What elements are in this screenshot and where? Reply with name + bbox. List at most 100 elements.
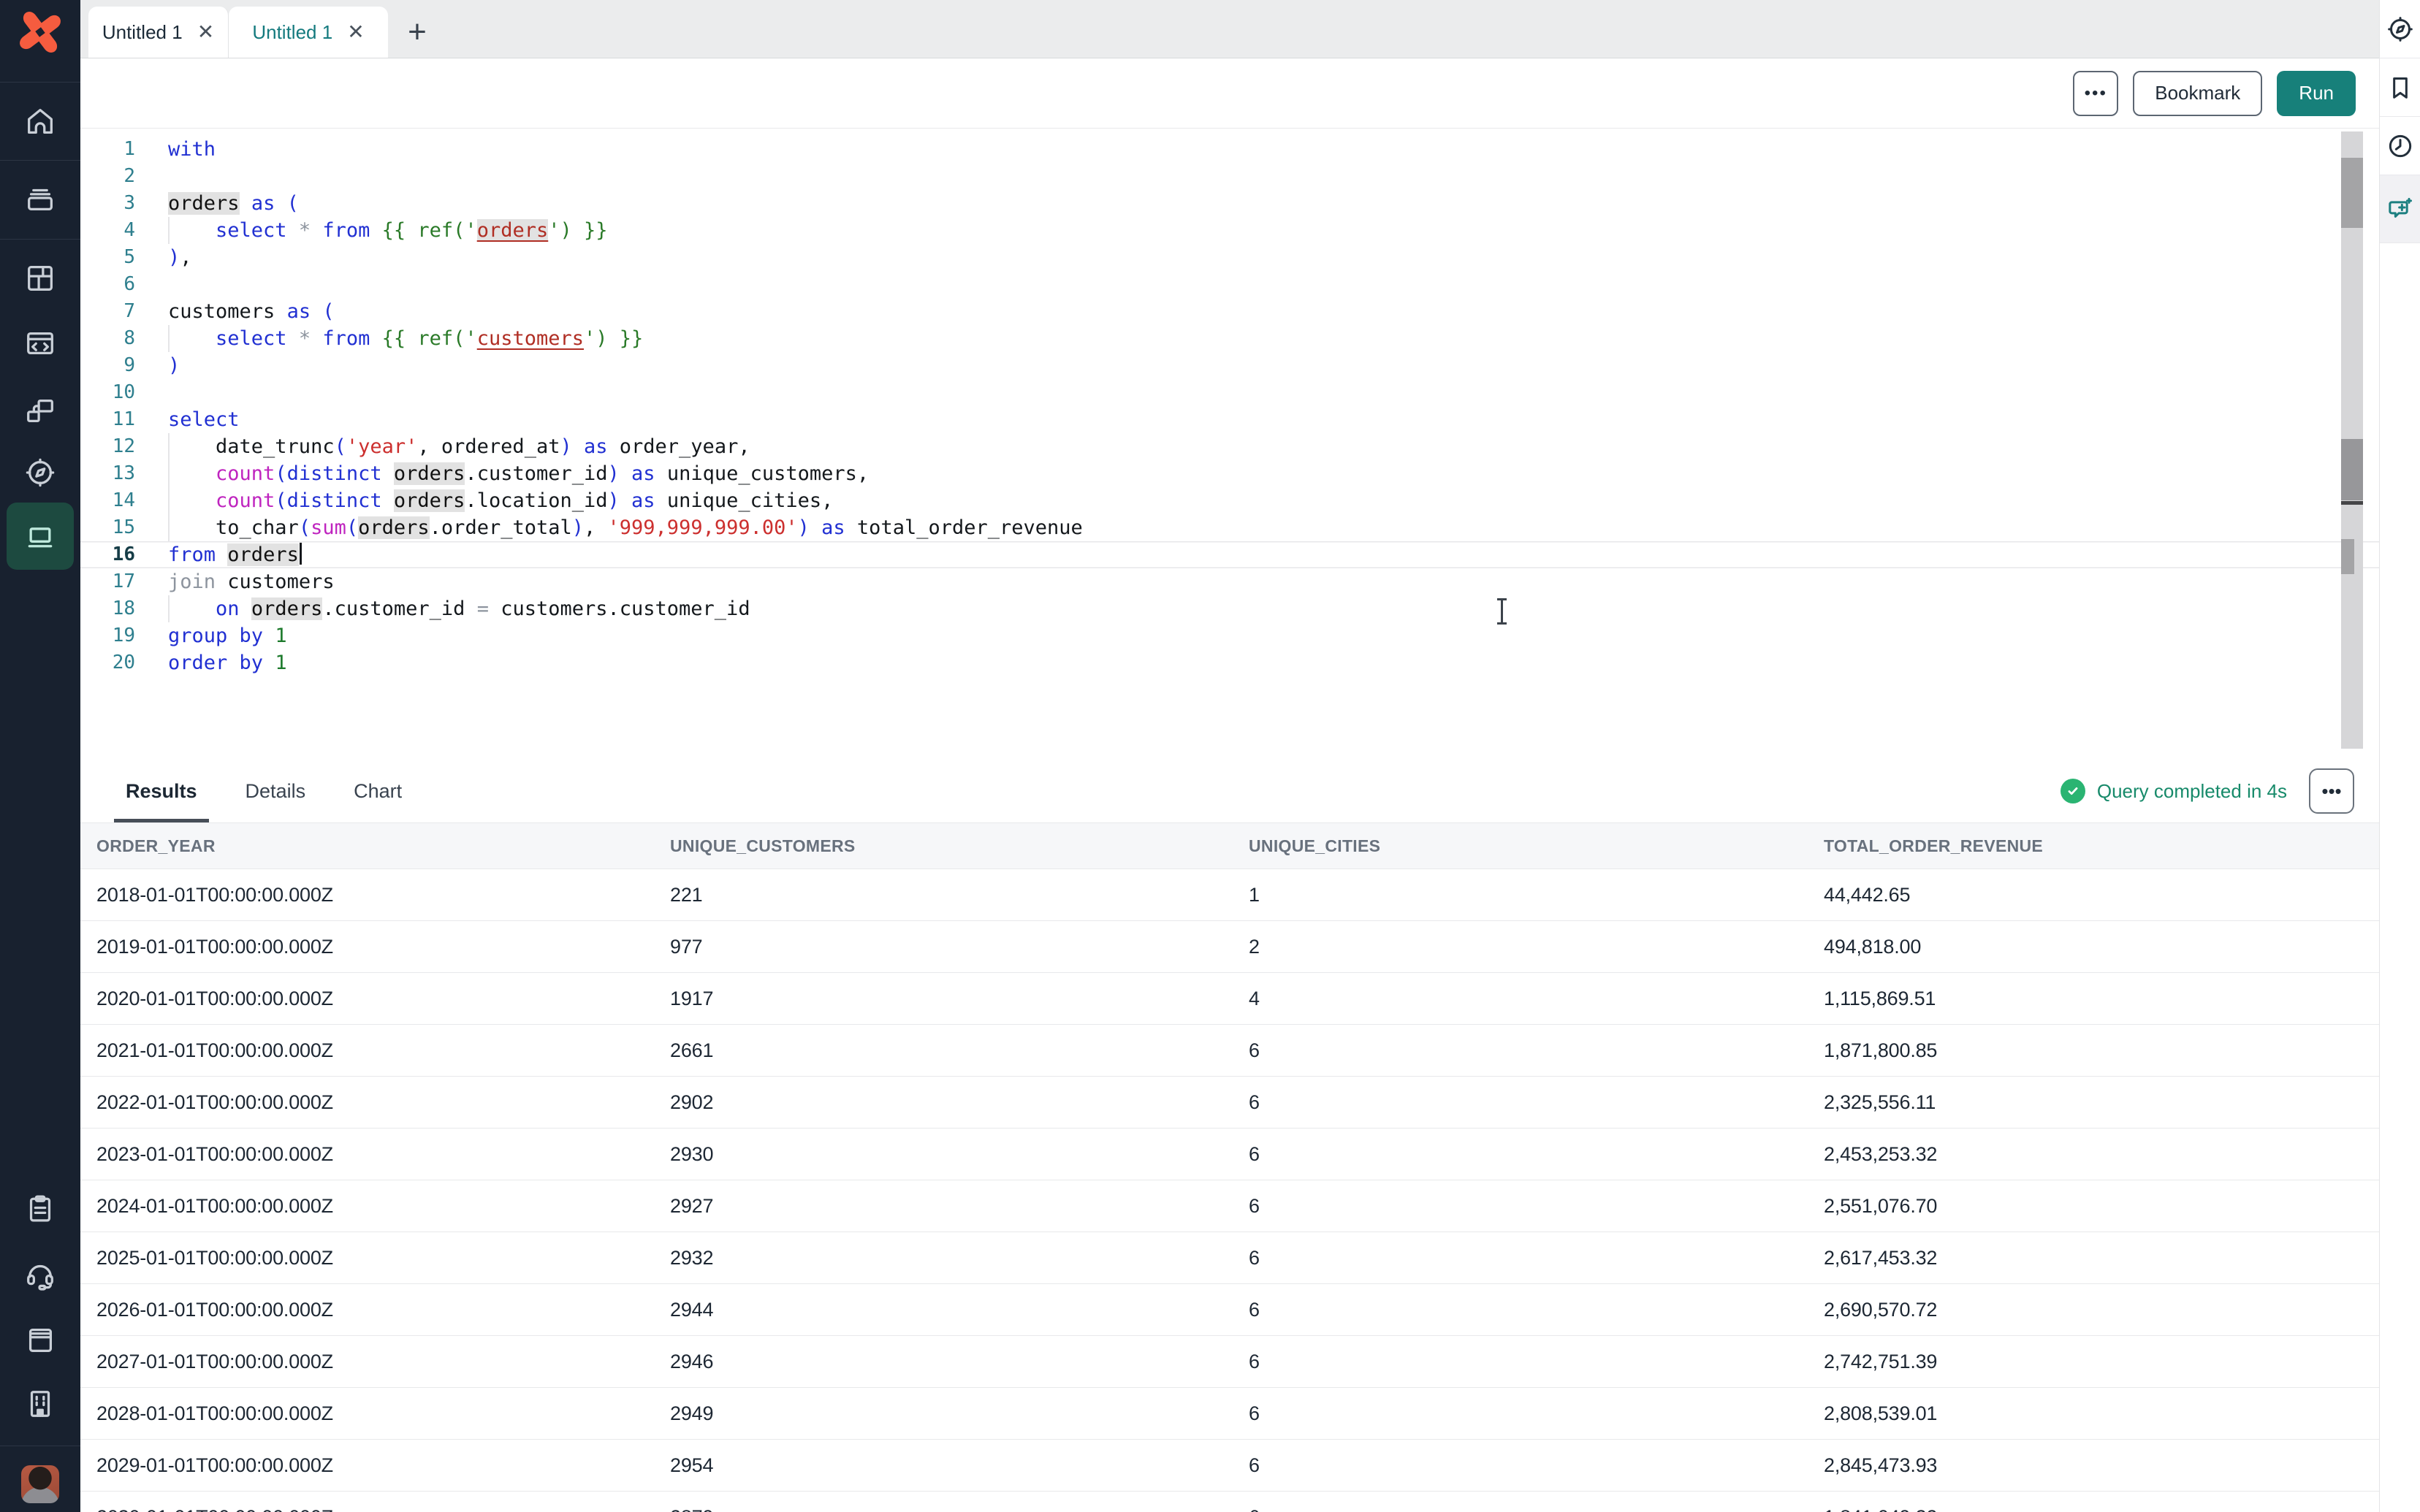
- table-row[interactable]: 2020-01-01T00:00:00.000Z191741,115,869.5…: [80, 973, 2379, 1025]
- table-cell: 2024-01-01T00:00:00.000Z: [96, 1195, 670, 1218]
- table-cell: 2030-01-01T00:00:00.000Z: [96, 1506, 670, 1512]
- compass-icon[interactable]: [2380, 0, 2420, 58]
- table-cell: 2,845,473.93: [1824, 1454, 2379, 1477]
- apps-grid-icon[interactable]: [23, 261, 57, 295]
- table-cell: 2944: [670, 1299, 1249, 1321]
- tab-untitled-1[interactable]: Untitled 1 ✕: [88, 7, 229, 58]
- code-line[interactable]: 19group by 1: [80, 622, 2379, 649]
- code-line[interactable]: 8 select * from {{ ref('customers') }}: [80, 325, 2379, 352]
- table-cell: 2026-01-01T00:00:00.000Z: [96, 1299, 670, 1321]
- code-line[interactable]: 6: [80, 271, 2379, 298]
- table-row[interactable]: 2026-01-01T00:00:00.000Z294462,690,570.7…: [80, 1284, 2379, 1336]
- code-line[interactable]: 13 count(distinct orders.customer_id) as…: [80, 460, 2379, 487]
- line-number: 13: [80, 460, 168, 487]
- hex-logo[interactable]: [14, 6, 66, 62]
- code-line[interactable]: 3orders as (: [80, 190, 2379, 217]
- table-row[interactable]: 2019-01-01T00:00:00.000Z9772494,818.00: [80, 921, 2379, 973]
- line-number: 12: [80, 433, 168, 460]
- home-icon[interactable]: [23, 104, 57, 138]
- code-line[interactable]: 5),: [80, 244, 2379, 271]
- table-body[interactable]: 2018-01-01T00:00:00.000Z221144,442.65201…: [80, 869, 2379, 1512]
- table-row[interactable]: 2023-01-01T00:00:00.000Z293062,453,253.3…: [80, 1129, 2379, 1180]
- table-row[interactable]: 2022-01-01T00:00:00.000Z290262,325,556.1…: [80, 1077, 2379, 1129]
- table-row[interactable]: 2018-01-01T00:00:00.000Z221144,442.65: [80, 869, 2379, 921]
- table-cell: 1917: [670, 988, 1249, 1010]
- table-cell: 977: [670, 936, 1249, 958]
- new-tab-button[interactable]: +: [388, 7, 446, 58]
- table-cell: 6: [1249, 1247, 1824, 1269]
- line-number: 6: [80, 271, 168, 298]
- docs-book-icon[interactable]: [23, 1324, 57, 1357]
- clipboard-icon[interactable]: [23, 1192, 57, 1226]
- code-line[interactable]: 14 count(distinct orders.location_id) as…: [80, 487, 2379, 514]
- table-cell: 2,742,751.39: [1824, 1351, 2379, 1373]
- code-line[interactable]: 7customers as (: [80, 298, 2379, 325]
- user-avatar[interactable]: [21, 1465, 59, 1503]
- projects-tray-icon[interactable]: [23, 182, 57, 215]
- tab-results[interactable]: Results: [126, 760, 197, 822]
- line-content: group by 1: [168, 622, 2379, 649]
- editor-scrollbar[interactable]: [2341, 131, 2363, 749]
- column-header[interactable]: ORDER_YEAR: [96, 836, 670, 856]
- line-content: [168, 379, 2379, 406]
- code-window-icon[interactable]: [23, 327, 57, 360]
- column-header[interactable]: UNIQUE_CITIES: [1249, 836, 1824, 856]
- table-row[interactable]: 2021-01-01T00:00:00.000Z266161,871,800.8…: [80, 1025, 2379, 1077]
- code-line[interactable]: 16from orders: [80, 541, 2379, 568]
- run-button[interactable]: Run: [2277, 71, 2356, 116]
- table-cell: 44,442.65: [1824, 884, 2379, 906]
- sql-editor[interactable]: 1with23orders as (4 select * from {{ ref…: [80, 129, 2379, 760]
- close-icon[interactable]: ✕: [197, 22, 214, 42]
- code-line[interactable]: 12 date_trunc('year', ordered_at) as ord…: [80, 433, 2379, 460]
- table-row[interactable]: 2030-01-01T00:00:00.000Z287961,841,049.3…: [80, 1492, 2379, 1512]
- code-line[interactable]: 11select: [80, 406, 2379, 433]
- column-header[interactable]: UNIQUE_CUSTOMERS: [670, 836, 1249, 856]
- table-cell: 6: [1249, 1402, 1824, 1425]
- code-line[interactable]: 4 select * from {{ ref('orders') }}: [80, 217, 2379, 244]
- building-icon[interactable]: [23, 1387, 57, 1421]
- more-options-button[interactable]: •••: [2073, 71, 2118, 116]
- code-line[interactable]: 20order by 1: [80, 649, 2379, 676]
- table-row[interactable]: 2024-01-01T00:00:00.000Z292762,551,076.7…: [80, 1180, 2379, 1232]
- windows-icon[interactable]: [23, 394, 57, 427]
- table-cell: 2932: [670, 1247, 1249, 1269]
- line-number: 2: [80, 163, 168, 190]
- tab-chart[interactable]: Chart: [354, 760, 402, 822]
- headset-icon[interactable]: [23, 1258, 57, 1291]
- table-cell: 6: [1249, 1143, 1824, 1166]
- tab-label: Untitled 1: [102, 21, 183, 44]
- compass-icon[interactable]: [23, 456, 57, 489]
- table-row[interactable]: 2028-01-01T00:00:00.000Z294962,808,539.0…: [80, 1388, 2379, 1440]
- table-row[interactable]: 2027-01-01T00:00:00.000Z294662,742,751.3…: [80, 1336, 2379, 1388]
- bookmark-button[interactable]: Bookmark: [2133, 71, 2262, 116]
- table-row[interactable]: 2029-01-01T00:00:00.000Z295462,845,473.9…: [80, 1440, 2379, 1492]
- tab-details[interactable]: Details: [246, 760, 306, 822]
- column-header[interactable]: TOTAL_ORDER_REVENUE: [1824, 836, 2379, 856]
- line-number: 10: [80, 379, 168, 406]
- table-cell: 6: [1249, 1506, 1824, 1512]
- table-cell: 2,808,539.01: [1824, 1402, 2379, 1425]
- code-line[interactable]: 1with: [80, 136, 2379, 163]
- code-line[interactable]: 10: [80, 379, 2379, 406]
- ai-assistant-icon[interactable]: [2380, 175, 2420, 243]
- table-cell: 1,115,869.51: [1824, 988, 2379, 1010]
- code-line[interactable]: 17join customers: [80, 568, 2379, 595]
- code-lines[interactable]: 1with23orders as (4 select * from {{ ref…: [80, 136, 2379, 676]
- line-number: 17: [80, 568, 168, 595]
- code-line[interactable]: 2: [80, 163, 2379, 190]
- workspace-laptop-icon[interactable]: [7, 503, 74, 570]
- sidebar-divider: [0, 239, 80, 240]
- tab-untitled-1-second[interactable]: Untitled 1 ✕: [229, 7, 388, 58]
- table-row[interactable]: 2025-01-01T00:00:00.000Z293262,617,453.3…: [80, 1232, 2379, 1284]
- results-panel: Results Details Chart Query completed in…: [80, 760, 2379, 1512]
- code-line[interactable]: 15 to_char(sum(orders.order_total), '999…: [80, 514, 2379, 541]
- table-cell: 2946: [670, 1351, 1249, 1373]
- code-line[interactable]: 18 on orders.customer_id = customers.cus…: [80, 595, 2379, 622]
- history-clock-icon[interactable]: [2380, 117, 2420, 175]
- bookmark-icon[interactable]: [2380, 58, 2420, 117]
- results-more-button[interactable]: •••: [2309, 768, 2354, 814]
- line-content: select * from {{ ref('orders') }}: [168, 217, 2379, 244]
- table-cell: 494,818.00: [1824, 936, 2379, 958]
- close-icon[interactable]: ✕: [347, 22, 364, 42]
- code-line[interactable]: 9): [80, 352, 2379, 379]
